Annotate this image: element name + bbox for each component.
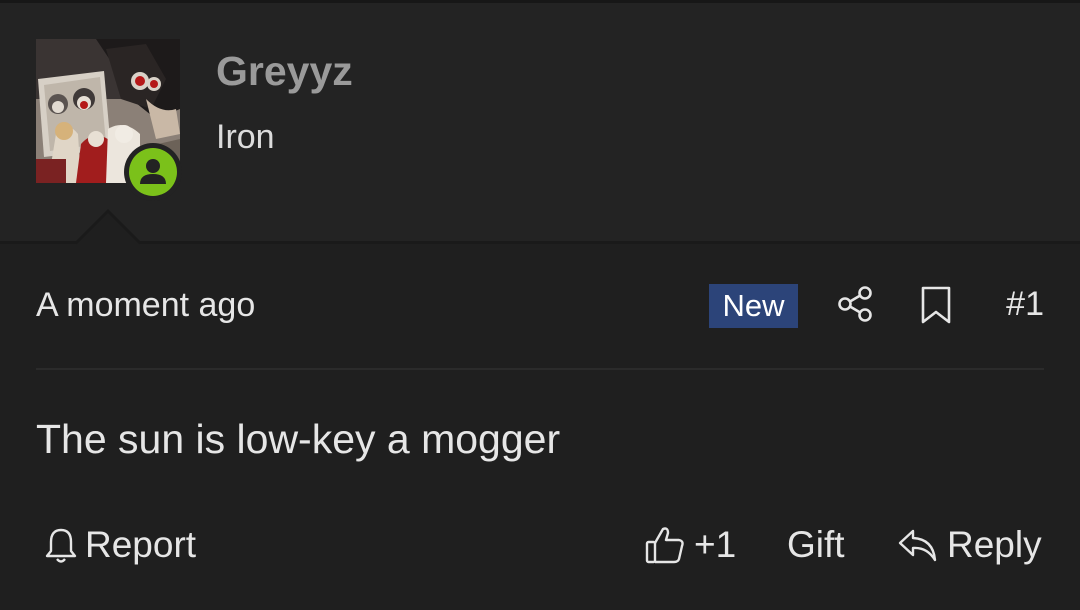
user-rank-title: Iron bbox=[216, 118, 275, 156]
username[interactable]: Greyyz bbox=[216, 48, 353, 94]
share-button[interactable] bbox=[837, 285, 875, 323]
report-label: Report bbox=[85, 524, 197, 565]
message-arrow bbox=[76, 213, 140, 245]
bell-icon bbox=[45, 528, 77, 563]
post-timestamp[interactable]: A moment ago bbox=[36, 285, 255, 325]
reply-icon bbox=[898, 529, 937, 562]
new-badge: New bbox=[709, 284, 798, 328]
thumbs-up-icon bbox=[645, 527, 684, 564]
share-icon bbox=[838, 286, 872, 322]
bookmark-icon bbox=[921, 286, 951, 324]
reply-label: Reply bbox=[947, 524, 1042, 565]
message-body: The sun is low-key a mogger bbox=[36, 416, 561, 462]
online-user-icon bbox=[140, 159, 166, 184]
gift-button[interactable]: Gift bbox=[787, 523, 851, 567]
gift-label: Gift bbox=[787, 524, 845, 565]
like-button[interactable]: +1 bbox=[644, 523, 740, 567]
like-count: +1 bbox=[694, 524, 737, 565]
meta-divider bbox=[36, 368, 1044, 370]
report-button[interactable]: Report bbox=[44, 523, 204, 567]
online-status-badge bbox=[124, 143, 182, 201]
header-divider bbox=[0, 241, 1080, 244]
post-number-link[interactable]: #1 bbox=[1000, 284, 1044, 324]
reply-button[interactable]: Reply bbox=[897, 523, 1043, 567]
bookmark-button[interactable] bbox=[918, 285, 954, 325]
